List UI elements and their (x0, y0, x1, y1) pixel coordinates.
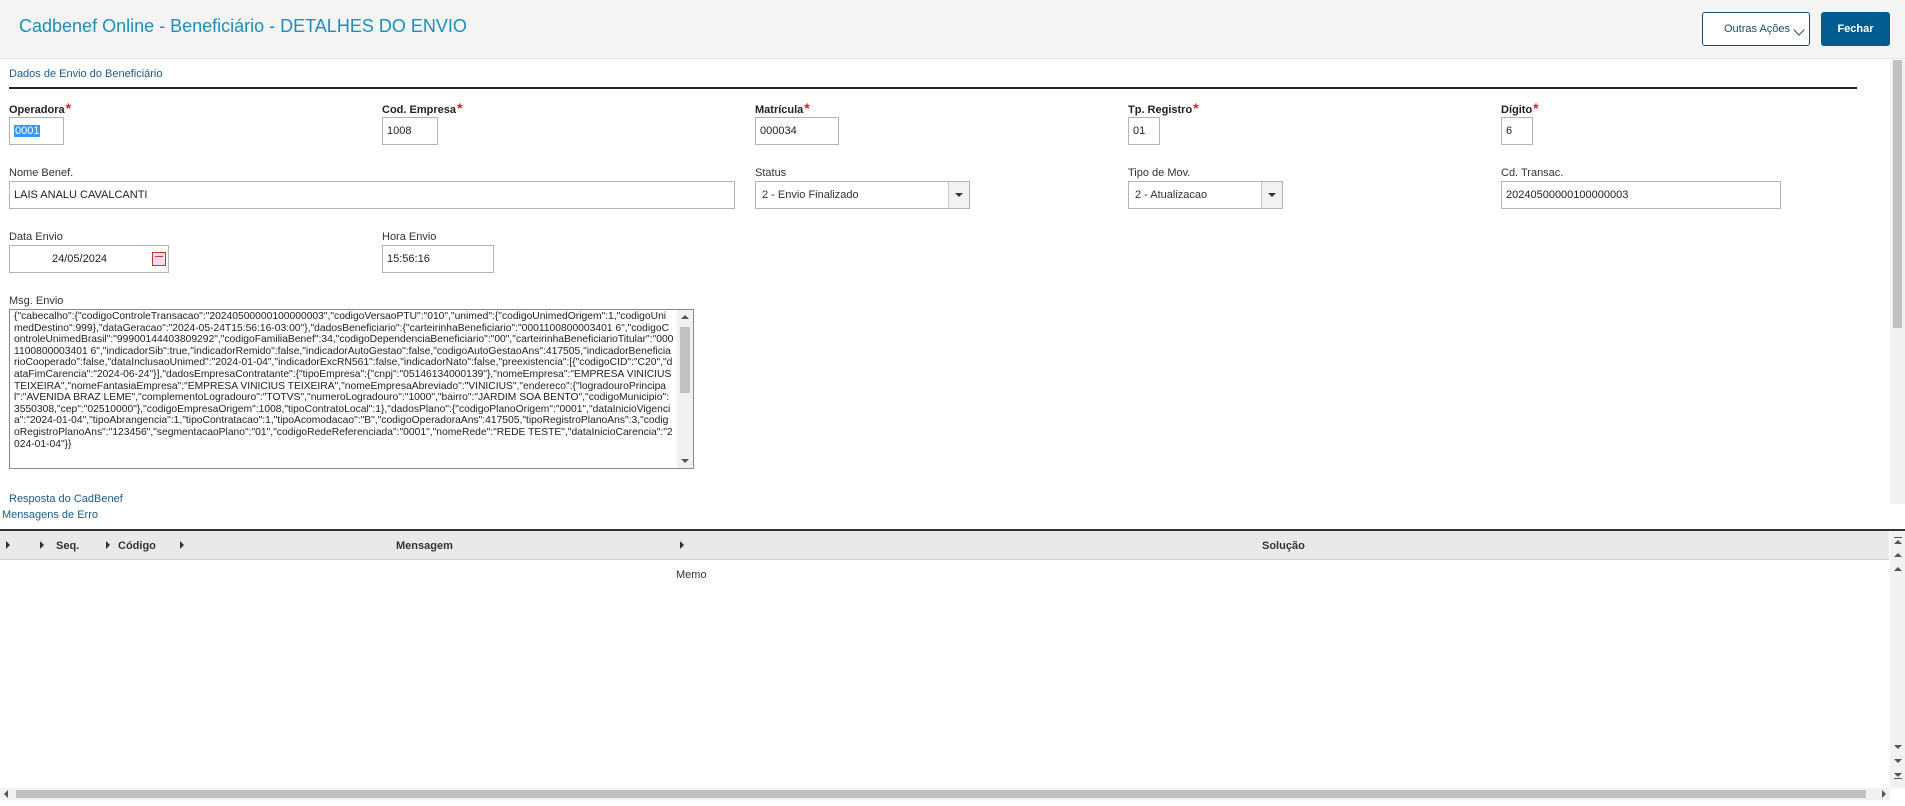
matricula-label: Matrícula* (755, 100, 810, 116)
scrollbar-thumb[interactable] (16, 790, 1866, 798)
column-arrow-icon[interactable] (106, 541, 110, 549)
digito-label: Dígito* (1501, 100, 1539, 116)
other-actions-button[interactable]: Outras Ações (1702, 12, 1810, 46)
msg-envio-label: Msg. Envio (9, 295, 64, 307)
data-envio-value: 24/05/2024 (52, 253, 108, 265)
scroll-top-icon[interactable] (1894, 537, 1902, 538)
scroll-left-icon[interactable] (4, 790, 8, 798)
column-arrow-icon[interactable] (40, 541, 44, 549)
scrollbar-thumb[interactable] (1893, 60, 1902, 328)
scroll-bottom-icon[interactable] (1894, 773, 1902, 777)
grid-memo-cell[interactable]: Memo (676, 569, 707, 581)
scroll-down-icon[interactable] (681, 459, 689, 463)
tp-registro-field[interactable]: 01 (1128, 117, 1160, 145)
scroll-up-icon[interactable] (1894, 567, 1902, 571)
section-title: Dados de Envio do Beneficiário (9, 68, 163, 80)
grid-vertical-scrollbar[interactable] (1890, 531, 1905, 788)
hora-envio-field[interactable]: 15:56:16 (382, 245, 494, 273)
expand-arrow-icon[interactable] (6, 541, 10, 549)
page-title: Cadbenef Online - Beneficiário - DETALHE… (19, 16, 467, 36)
column-solucao[interactable]: Solução (1262, 540, 1305, 552)
matricula-field[interactable]: 000034 (755, 117, 839, 145)
column-mensagem[interactable]: Mensagem (396, 540, 453, 552)
scroll-down-icon[interactable] (1894, 745, 1902, 749)
errors-title: Mensagens de Erro (2, 509, 98, 521)
other-actions-label: Outras Ações (1724, 23, 1791, 35)
dropdown-arrow-icon[interactable] (948, 182, 969, 208)
column-arrow-icon[interactable] (180, 541, 184, 549)
grid-horizontal-scrollbar[interactable] (0, 788, 1890, 800)
tp-registro-label: Tp. Registro* (1128, 100, 1199, 116)
hora-envio-label: Hora Envio (382, 231, 437, 243)
status-value: 2 - Envio Finalizado (762, 189, 859, 201)
column-arrow-icon[interactable] (680, 541, 684, 549)
cd-transac-label: Cd. Transac. (1501, 167, 1564, 179)
scrollbar-thumb[interactable] (680, 327, 690, 393)
cd-transac-field[interactable]: 20240500000100000003 (1501, 181, 1781, 209)
errors-grid-header: Seq. Código Mensagem Solução (0, 531, 1889, 560)
scroll-up-icon[interactable] (681, 315, 689, 319)
response-label: Resposta do CadBenef (9, 493, 123, 505)
data-envio-field[interactable]: 24/05/2024 (9, 245, 169, 273)
cod-empresa-field[interactable]: 1008 (382, 117, 438, 145)
nome-benef-label: Nome Benef. (9, 167, 74, 179)
column-codigo[interactable]: Código (118, 540, 156, 552)
data-envio-label: Data Envio (9, 231, 63, 243)
msg-envio-textarea[interactable]: {"cabecalho":{"codigoControleTransacao":… (9, 309, 694, 469)
operadora-field[interactable]: 0001 (9, 117, 64, 145)
dropdown-arrow-icon[interactable] (1261, 182, 1282, 208)
calendar-icon[interactable] (152, 252, 166, 266)
textarea-scrollbar[interactable] (677, 310, 693, 468)
scroll-right-icon[interactable] (1882, 790, 1886, 798)
operadora-label: Operadora* (9, 100, 72, 116)
close-button[interactable]: Fechar (1821, 12, 1890, 46)
scroll-page-down-icon[interactable] (1894, 759, 1902, 763)
page-scrollbar[interactable] (1890, 60, 1905, 504)
cod-empresa-label: Cod. Empresa* (382, 100, 463, 116)
page-header: Cadbenef Online - Beneficiário - DETALHE… (0, 0, 1905, 59)
section-divider (9, 87, 1857, 89)
tipo-mov-select[interactable]: 2 - Atualizacao (1128, 181, 1283, 209)
column-seq[interactable]: Seq. (56, 540, 79, 552)
digito-field[interactable]: 6 (1501, 117, 1533, 145)
tipo-mov-label: Tipo de Mov. (1128, 167, 1191, 179)
status-select[interactable]: 2 - Envio Finalizado (755, 181, 970, 209)
chevron-down-icon (1793, 24, 1805, 36)
nome-benef-field[interactable]: LAIS ANALU CAVALCANTI (9, 181, 735, 209)
msg-envio-text: {"cabecalho":{"codigoControleTransacao":… (14, 311, 674, 450)
tipo-mov-value: 2 - Atualizacao (1135, 189, 1208, 201)
status-label: Status (755, 167, 787, 179)
scroll-page-up-icon[interactable] (1894, 553, 1902, 557)
